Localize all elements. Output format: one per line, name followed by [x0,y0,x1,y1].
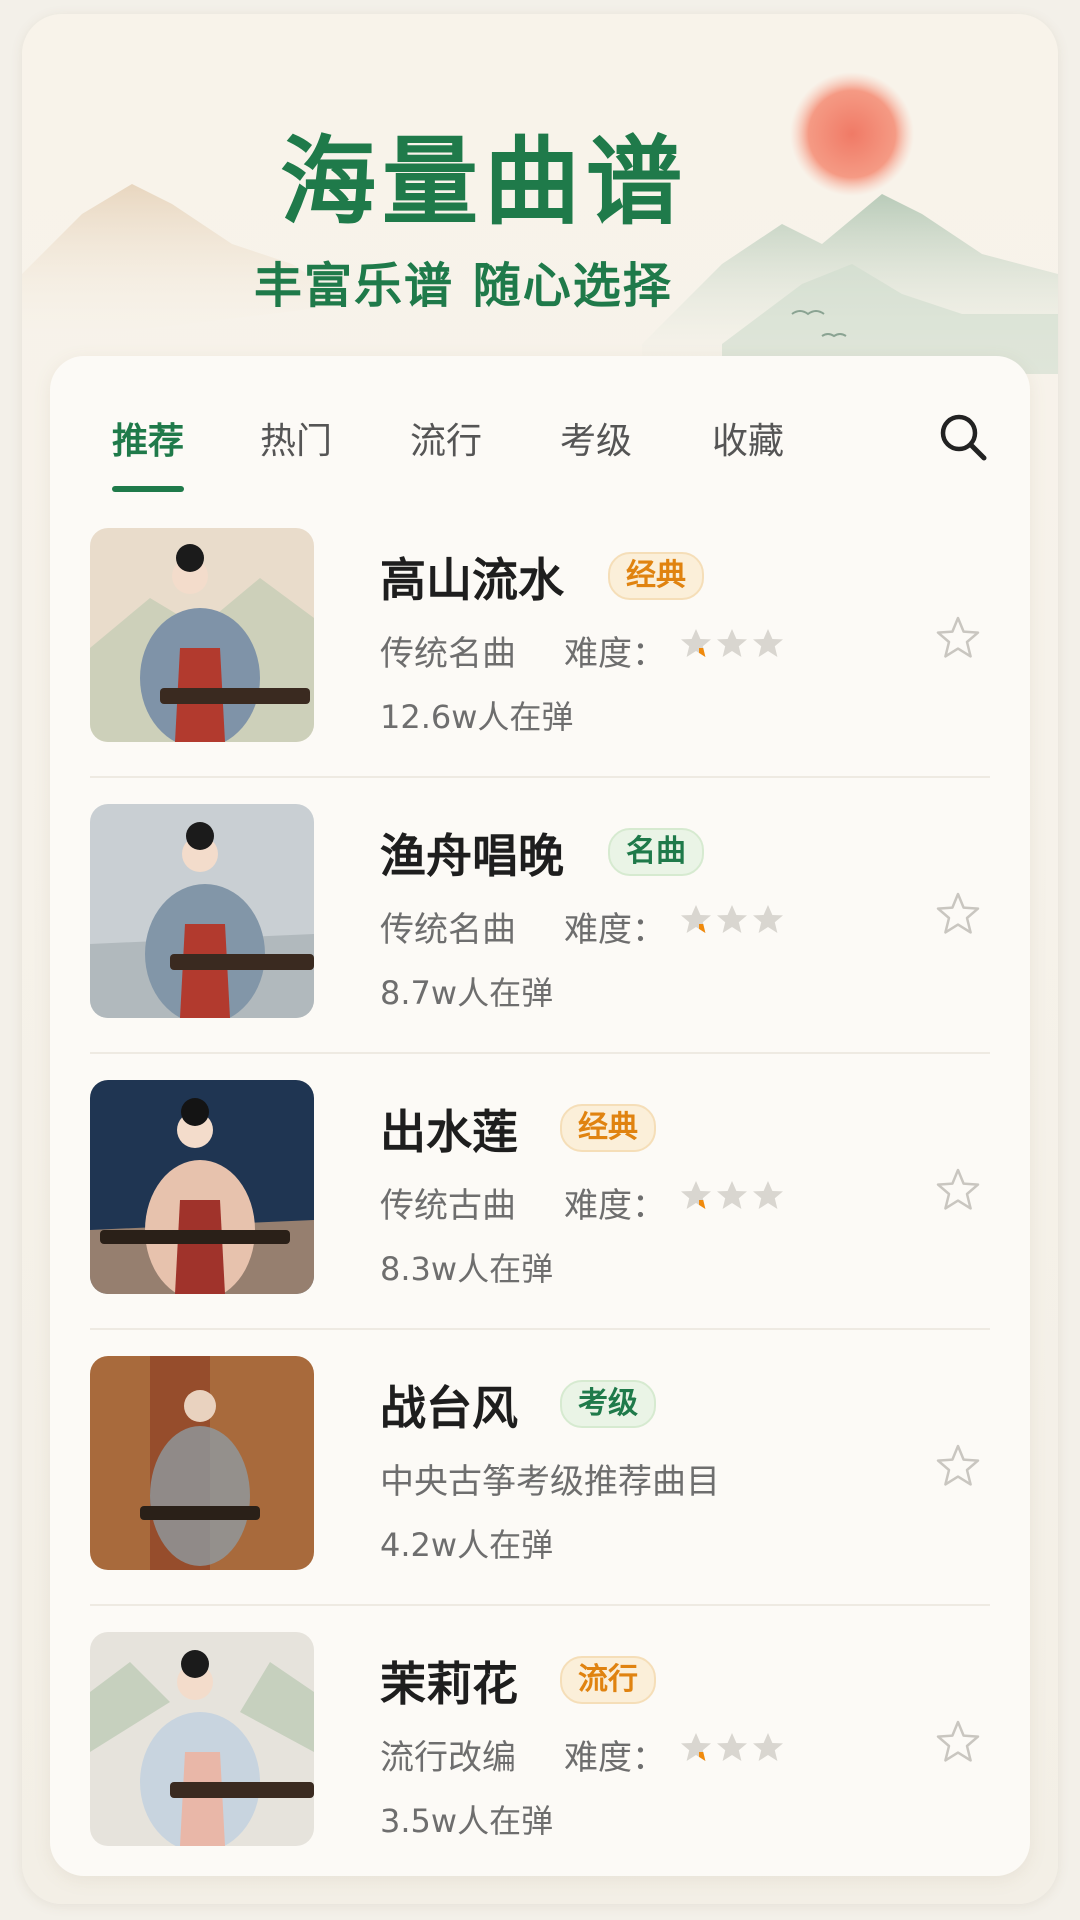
player-count: 12.6w人在弹 [380,698,574,736]
difficulty-star [681,1181,711,1209]
cover-image [90,804,314,1018]
tab-favorites[interactable]: 收藏 [712,412,784,464]
list-item[interactable]: 高山流水 经典 传统名曲 难度： 12.6w人在弹 [50,528,1030,778]
difficulty-star [681,905,711,933]
star-outline-icon[interactable] [934,1166,982,1214]
difficulty-star [753,905,783,933]
search-icon[interactable] [936,410,990,464]
divider [90,1052,990,1054]
difficulty-stars [681,905,783,933]
badge: 流行 [560,1656,656,1704]
badge: 名曲 [608,828,704,876]
player-count: 3.5w人在弹 [380,1802,554,1840]
badge: 经典 [560,1104,656,1152]
song-title: 高山流水 [380,553,564,607]
song-category: 流行改编 [380,1738,516,1778]
difficulty-star [753,1733,783,1761]
tab-recommend[interactable]: 推荐 [112,412,184,464]
difficulty-star [717,905,747,933]
active-tab-indicator [112,486,184,492]
tab-grading[interactable]: 考级 [560,412,632,464]
tab-popular[interactable]: 流行 [410,412,482,464]
hero-subtitle: 丰富乐谱 随心选择 [254,258,673,314]
cover-image [90,1356,314,1570]
difficulty-stars [681,1181,783,1209]
player-count: 4.2w人在弹 [380,1526,554,1564]
difficulty-label: 难度： [564,1738,666,1778]
hero-banner: 海量曲谱 丰富乐谱 随心选择 [22,14,1058,374]
difficulty-star [753,629,783,657]
badge: 考级 [560,1380,656,1428]
song-title: 战台风 [380,1381,518,1435]
divider [90,776,990,778]
star-outline-icon[interactable] [934,1442,982,1490]
song-category: 传统名曲 [380,910,516,950]
score-list-card: 推荐 热门 流行 考级 收藏 高山流水 经典 传统名曲 难度： 12.6w人在弹… [50,356,1030,1876]
difficulty-label: 难度： [564,1186,666,1226]
hero-title: 海量曲谱 [280,125,688,238]
song-category: 传统名曲 [380,634,516,674]
cover-image [90,528,314,742]
song-category: 中央古筝考级推荐曲目 [380,1462,720,1502]
player-count: 8.7w人在弹 [380,974,554,1012]
player-count: 8.3w人在弹 [380,1250,554,1288]
difficulty-label: 难度： [564,910,666,950]
difficulty-star [753,1181,783,1209]
difficulty-star [681,1733,711,1761]
star-outline-icon[interactable] [934,614,982,662]
song-title: 渔舟唱晚 [380,829,564,883]
list-item[interactable]: 出水莲 经典 传统古曲 难度： 8.3w人在弹 [50,1080,1030,1330]
category-tabs: 推荐 热门 流行 考级 收藏 [50,356,1030,506]
song-category: 传统古曲 [380,1186,516,1226]
difficulty-star [717,1181,747,1209]
difficulty-star [717,1733,747,1761]
difficulty-star [717,629,747,657]
difficulty-label: 难度： [564,634,666,674]
app-screen: 海量曲谱 丰富乐谱 随心选择 推荐 热门 流行 考级 收藏 高山流水 经典 传统… [22,14,1058,1904]
song-title: 出水莲 [380,1105,518,1159]
badge: 经典 [608,552,704,600]
song-title: 茉莉花 [380,1657,518,1711]
star-outline-icon[interactable] [934,1718,982,1766]
difficulty-star [681,629,711,657]
divider [90,1604,990,1606]
cover-image [90,1080,314,1294]
tab-hot[interactable]: 热门 [260,412,332,464]
cover-image [90,1632,314,1846]
difficulty-stars [681,1733,783,1761]
difficulty-stars [681,629,783,657]
divider [90,1328,990,1330]
list-item[interactable]: 战台风 考级 中央古筝考级推荐曲目 4.2w人在弹 [50,1356,1030,1606]
star-outline-icon[interactable] [934,890,982,938]
list-item[interactable]: 渔舟唱晚 名曲 传统名曲 难度： 8.7w人在弹 [50,804,1030,1054]
list-item[interactable]: 茉莉花 流行 流行改编 难度： 3.5w人在弹 [50,1632,1030,1882]
